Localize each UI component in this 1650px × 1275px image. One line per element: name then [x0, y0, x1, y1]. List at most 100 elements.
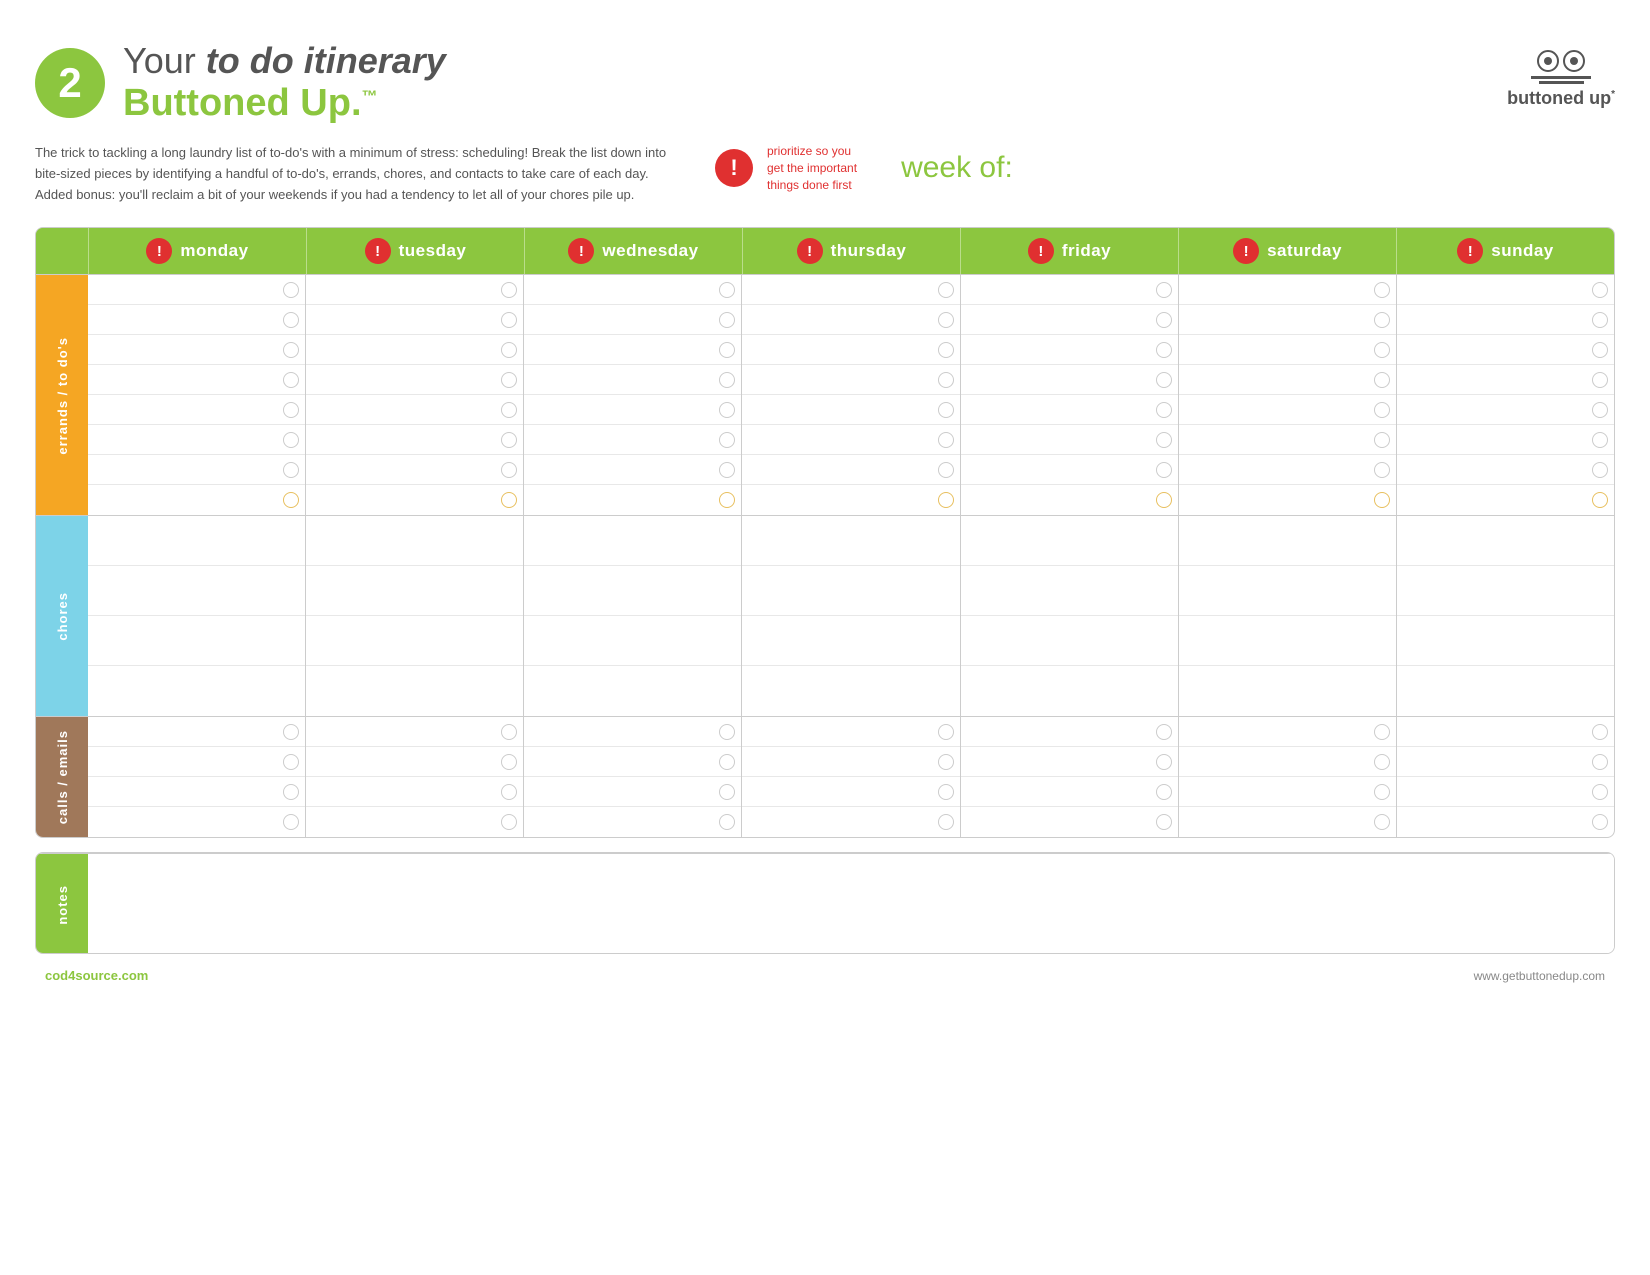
checkbox[interactable] — [1156, 814, 1172, 830]
checkbox[interactable] — [1374, 372, 1390, 388]
checkbox[interactable] — [1374, 432, 1390, 448]
checkbox[interactable] — [938, 814, 954, 830]
checkbox[interactable] — [938, 342, 954, 358]
table-row — [961, 717, 1178, 747]
checkbox[interactable] — [938, 784, 954, 800]
checkbox[interactable] — [501, 312, 517, 328]
checkbox[interactable] — [1374, 784, 1390, 800]
checkbox[interactable] — [1374, 282, 1390, 298]
checkbox[interactable] — [719, 784, 735, 800]
checkbox[interactable] — [938, 724, 954, 740]
checkbox[interactable] — [501, 282, 517, 298]
calls-friday — [960, 717, 1178, 837]
checkbox[interactable] — [1156, 282, 1172, 298]
checkbox[interactable] — [1592, 282, 1608, 298]
checkbox[interactable] — [938, 754, 954, 770]
checkbox[interactable] — [283, 754, 299, 770]
table-row — [524, 777, 741, 807]
checkbox[interactable] — [719, 312, 735, 328]
checkbox[interactable] — [719, 754, 735, 770]
table-row — [1179, 305, 1396, 335]
checkbox[interactable] — [938, 372, 954, 388]
checkbox[interactable] — [1374, 754, 1390, 770]
table-row — [742, 275, 959, 305]
checkbox[interactable] — [1156, 724, 1172, 740]
checkbox[interactable] — [1592, 784, 1608, 800]
checkbox[interactable] — [1592, 372, 1608, 388]
checkbox[interactable] — [719, 492, 735, 508]
table-row — [1397, 616, 1614, 666]
table-row — [1397, 455, 1614, 485]
checkbox[interactable] — [501, 402, 517, 418]
checkbox[interactable] — [1156, 462, 1172, 478]
checkbox[interactable] — [1374, 402, 1390, 418]
checkbox[interactable] — [283, 462, 299, 478]
checkbox[interactable] — [1374, 312, 1390, 328]
checkbox[interactable] — [501, 724, 517, 740]
checkbox[interactable] — [719, 282, 735, 298]
checkbox[interactable] — [1156, 402, 1172, 418]
checkbox[interactable] — [1592, 312, 1608, 328]
checkbox[interactable] — [283, 282, 299, 298]
notes-content[interactable] — [88, 854, 1614, 953]
checkbox[interactable] — [719, 402, 735, 418]
table-row — [1179, 566, 1396, 616]
table-row — [1397, 275, 1614, 305]
checkbox[interactable] — [501, 462, 517, 478]
sunday-label: sunday — [1491, 241, 1554, 261]
table-row — [1179, 425, 1396, 455]
checkbox[interactable] — [938, 432, 954, 448]
checkbox[interactable] — [1592, 432, 1608, 448]
checkbox[interactable] — [501, 432, 517, 448]
checkbox[interactable] — [1374, 462, 1390, 478]
checkbox[interactable] — [501, 492, 517, 508]
checkbox[interactable] — [719, 372, 735, 388]
checkbox[interactable] — [1592, 814, 1608, 830]
checkbox[interactable] — [1156, 492, 1172, 508]
checkbox[interactable] — [1156, 432, 1172, 448]
checkbox[interactable] — [1374, 342, 1390, 358]
checkbox[interactable] — [1592, 462, 1608, 478]
checkbox[interactable] — [1592, 492, 1608, 508]
notes-label-col: notes — [36, 854, 88, 954]
checkbox[interactable] — [501, 342, 517, 358]
checkbox[interactable] — [501, 754, 517, 770]
checkbox[interactable] — [1592, 754, 1608, 770]
checkbox[interactable] — [1374, 492, 1390, 508]
checkbox[interactable] — [1156, 372, 1172, 388]
checkbox[interactable] — [501, 784, 517, 800]
checkbox[interactable] — [938, 402, 954, 418]
checkbox[interactable] — [1156, 784, 1172, 800]
checkbox[interactable] — [283, 432, 299, 448]
table-row — [1397, 425, 1614, 455]
checkbox[interactable] — [1156, 312, 1172, 328]
checkbox[interactable] — [719, 342, 735, 358]
checkbox[interactable] — [283, 724, 299, 740]
checkbox[interactable] — [1374, 724, 1390, 740]
table-row — [1179, 717, 1396, 747]
checkbox[interactable] — [283, 312, 299, 328]
chores-sunday — [1396, 516, 1614, 716]
checkbox[interactable] — [283, 492, 299, 508]
checkbox[interactable] — [1592, 402, 1608, 418]
checkbox[interactable] — [1592, 724, 1608, 740]
checkbox[interactable] — [719, 814, 735, 830]
checkbox[interactable] — [938, 492, 954, 508]
checkbox[interactable] — [283, 784, 299, 800]
checkbox[interactable] — [938, 282, 954, 298]
checkbox[interactable] — [719, 462, 735, 478]
checkbox[interactable] — [283, 372, 299, 388]
checkbox[interactable] — [1156, 754, 1172, 770]
checkbox[interactable] — [1374, 814, 1390, 830]
checkbox[interactable] — [1592, 342, 1608, 358]
checkbox[interactable] — [501, 372, 517, 388]
checkbox[interactable] — [938, 462, 954, 478]
checkbox[interactable] — [938, 312, 954, 328]
checkbox[interactable] — [719, 724, 735, 740]
checkbox[interactable] — [283, 814, 299, 830]
checkbox[interactable] — [1156, 342, 1172, 358]
checkbox[interactable] — [283, 402, 299, 418]
checkbox[interactable] — [283, 342, 299, 358]
checkbox[interactable] — [501, 814, 517, 830]
checkbox[interactable] — [719, 432, 735, 448]
